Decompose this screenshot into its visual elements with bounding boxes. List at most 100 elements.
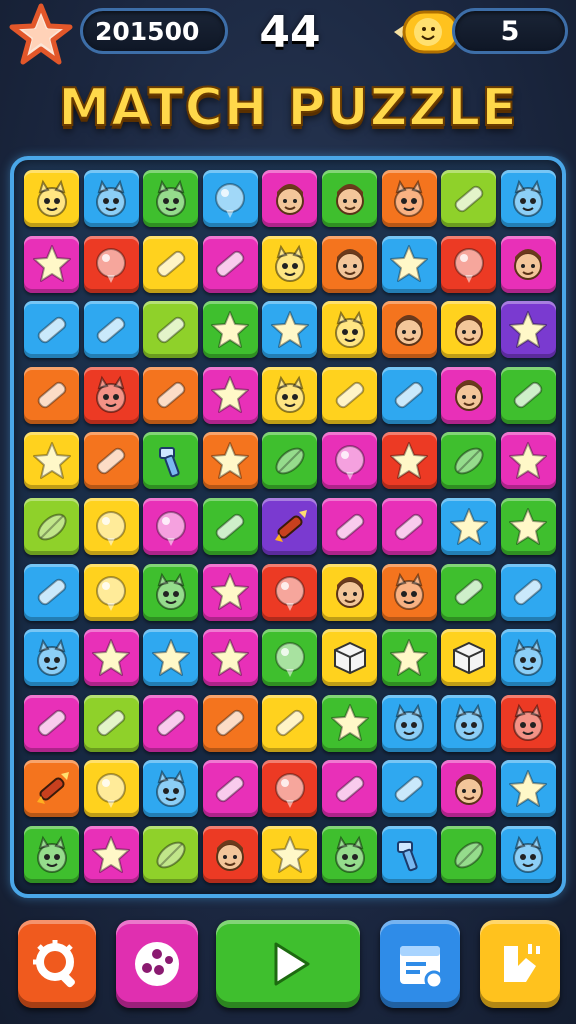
tile-magenta-star[interactable]: [202, 563, 258, 621]
tile-magenta-face[interactable]: [441, 366, 497, 424]
tile-red-circle[interactable]: [262, 563, 318, 621]
tile-blue-creature[interactable]: [500, 170, 556, 227]
tile-yellow-creature[interactable]: [262, 235, 318, 293]
card-button[interactable]: [380, 920, 460, 1008]
tile-blue-circle[interactable]: [202, 170, 258, 227]
tile-green-star[interactable]: [202, 301, 258, 359]
tile-red-circle[interactable]: [262, 760, 318, 818]
tile-green-bar[interactable]: [441, 563, 497, 621]
tile-lime-leaf[interactable]: [143, 826, 199, 883]
tile-red-creature[interactable]: [83, 366, 139, 424]
tile-purple-star[interactable]: [500, 301, 556, 359]
tile-blue-creature[interactable]: [83, 170, 139, 227]
tile-blue-creature[interactable]: [143, 760, 199, 818]
tile-green-tool[interactable]: [143, 432, 199, 490]
tile-green-creature[interactable]: [143, 170, 199, 227]
tile-yellow-box[interactable]: [322, 629, 377, 687]
tile-blue-bar[interactable]: [24, 563, 79, 621]
tile-yellow-circle[interactable]: [83, 498, 139, 555]
tile-yellow-face[interactable]: [322, 563, 377, 621]
tile-blue-star[interactable]: [143, 629, 199, 687]
tile-blue-creature[interactable]: [500, 629, 556, 687]
tile-yellow-creature[interactable]: [322, 301, 377, 359]
tile-magenta-star[interactable]: [202, 629, 258, 687]
booster-button[interactable]: [480, 920, 560, 1008]
tile-lime-leaf[interactable]: [24, 498, 79, 555]
tile-blue-bar[interactable]: [500, 563, 556, 621]
search-button[interactable]: [18, 920, 96, 1008]
tile-magenta-bar[interactable]: [143, 694, 199, 752]
tile-yellow-star[interactable]: [262, 826, 318, 883]
tile-magenta-bar[interactable]: [24, 694, 79, 752]
tile-orange-face[interactable]: [381, 301, 437, 359]
tile-blue-star[interactable]: [381, 235, 437, 293]
tile-magenta-star[interactable]: [83, 826, 139, 883]
tile-blue-bar[interactable]: [83, 301, 139, 359]
tile-magenta-bar[interactable]: [202, 760, 258, 818]
tile-magenta-star[interactable]: [24, 235, 79, 293]
tile-red-circle[interactable]: [441, 235, 497, 293]
tile-green-face[interactable]: [322, 170, 377, 227]
tile-lime-bar[interactable]: [143, 301, 199, 359]
tile-yellow-circle[interactable]: [83, 760, 139, 818]
tile-magenta-star[interactable]: [83, 629, 139, 687]
tile-green-circle[interactable]: [262, 629, 318, 687]
play-button[interactable]: [216, 920, 360, 1008]
tile-green-creature[interactable]: [24, 826, 79, 883]
tile-yellow-bar[interactable]: [262, 694, 318, 752]
tile-magenta-star[interactable]: [202, 366, 258, 424]
tile-blue-star[interactable]: [262, 301, 318, 359]
tile-green-leaf[interactable]: [262, 432, 318, 490]
tile-orange-bar[interactable]: [143, 366, 199, 424]
tile-blue-creature[interactable]: [24, 629, 79, 687]
tile-red-circle[interactable]: [83, 235, 139, 293]
tile-yellow-circle[interactable]: [83, 563, 139, 621]
tile-green-star[interactable]: [381, 629, 437, 687]
tile-magenta-circle[interactable]: [322, 432, 377, 490]
tile-blue-bar[interactable]: [24, 301, 79, 359]
tile-green-bar[interactable]: [202, 498, 258, 555]
tile-yellow-creature[interactable]: [24, 170, 79, 227]
tile-magenta-bar[interactable]: [322, 760, 377, 818]
tile-magenta-face[interactable]: [441, 760, 497, 818]
tile-blue-creature[interactable]: [441, 694, 497, 752]
tile-orange-star[interactable]: [202, 432, 258, 490]
tile-green-star[interactable]: [322, 694, 377, 752]
tile-lime-bar[interactable]: [441, 170, 497, 227]
tile-red-creature[interactable]: [500, 694, 556, 752]
tile-magenta-face[interactable]: [500, 235, 556, 293]
tile-orange-creature[interactable]: [381, 170, 437, 227]
tile-orange-bar[interactable]: [83, 432, 139, 490]
tile-magenta-star[interactable]: [500, 432, 556, 490]
tile-lime-bar[interactable]: [83, 694, 139, 752]
tile-magenta-circle[interactable]: [143, 498, 199, 555]
tile-red-star[interactable]: [381, 432, 437, 490]
tile-orange-bar[interactable]: [202, 694, 258, 752]
dice-button[interactable]: [116, 920, 198, 1008]
tile-green-leaf[interactable]: [441, 432, 497, 490]
tile-yellow-bar[interactable]: [143, 235, 199, 293]
tile-blue-tool[interactable]: [381, 826, 437, 883]
tile-magenta-bar[interactable]: [202, 235, 258, 293]
tile-blue-star[interactable]: [500, 760, 556, 818]
tile-green-leaf[interactable]: [441, 826, 497, 883]
star-menu-icon[interactable]: [8, 2, 74, 68]
tile-purple-rocket[interactable]: [262, 498, 318, 555]
tile-yellow-box[interactable]: [441, 629, 497, 687]
tile-orange-creature[interactable]: [381, 563, 437, 621]
tile-magenta-bar[interactable]: [322, 498, 377, 555]
tile-magenta-bar[interactable]: [381, 498, 437, 555]
tile-red-face[interactable]: [202, 826, 258, 883]
tile-orange-bar[interactable]: [24, 366, 79, 424]
tile-yellow-star[interactable]: [24, 432, 79, 490]
tile-orange-face[interactable]: [322, 235, 377, 293]
tile-green-creature[interactable]: [322, 826, 377, 883]
tile-green-star[interactable]: [500, 498, 556, 555]
tile-magenta-face[interactable]: [262, 170, 318, 227]
tile-blue-bar[interactable]: [381, 760, 437, 818]
tile-yellow-creature[interactable]: [262, 366, 318, 424]
tile-blue-creature[interactable]: [500, 826, 556, 883]
tile-yellow-bar[interactable]: [322, 366, 377, 424]
tile-green-creature[interactable]: [143, 563, 199, 621]
tile-orange-rocket[interactable]: [24, 760, 79, 818]
